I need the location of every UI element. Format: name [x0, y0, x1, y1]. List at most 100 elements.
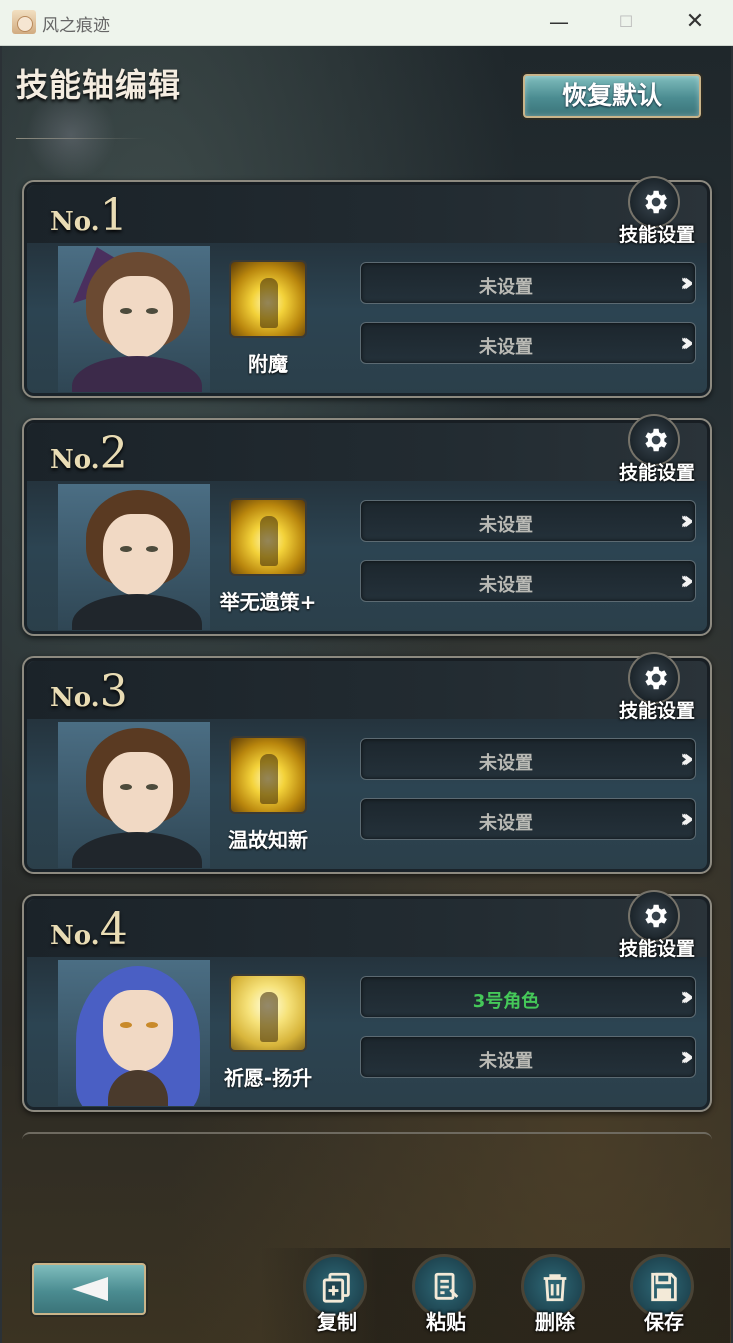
triple-chevron-icon: ››› — [679, 506, 694, 536]
slot-2-button[interactable]: 未设置 ››› — [360, 1036, 696, 1078]
gear-icon — [645, 666, 667, 690]
card-number-prefix: No. — [50, 921, 100, 951]
slot-1-button[interactable]: 3号角色 ››› — [360, 976, 696, 1018]
gear-icon — [645, 904, 667, 928]
gear-icon — [645, 190, 667, 214]
card-header — [27, 899, 707, 957]
portrait-face — [103, 990, 173, 1072]
portrait-eye — [120, 784, 132, 790]
skill-axis-card-2: No.2 技能设置 举无遗策+ 未设置 ››› 未设置 ››› — [22, 414, 712, 636]
card-number-value: 4 — [99, 904, 128, 955]
page-title: 技能轴编辑 — [16, 66, 182, 104]
skill-icon[interactable] — [229, 736, 307, 814]
slot-2-button[interactable]: 未设置 ››› — [360, 560, 696, 602]
skill-axis-card-1: No.1 技能设置 附魔 未设置 ››› 未设置 ››› — [22, 176, 712, 398]
portrait-body — [72, 356, 202, 392]
slot-status: 未设置 — [479, 575, 533, 596]
paste-icon — [434, 1272, 459, 1300]
slot-status: 3号角色 — [472, 991, 540, 1012]
portrait-eye — [146, 546, 158, 552]
triple-chevron-icon: ››› — [679, 1042, 694, 1072]
triple-chevron-icon: ››› — [679, 268, 694, 298]
portrait-eye — [120, 1022, 132, 1028]
character-portrait[interactable] — [58, 722, 210, 868]
skill-name: 祈愿-扬升 — [223, 1066, 313, 1090]
skill-axis-card-4: No.4 技能设置 祈愿-扬升 3号角色 ››› 未设置 ››› — [22, 890, 712, 1112]
card-number-value: 1 — [99, 190, 128, 241]
card-number-value: 3 — [99, 666, 128, 717]
slot-status: 未设置 — [479, 337, 533, 358]
skill-settings-label: 技能设置 — [618, 224, 695, 246]
character-portrait[interactable] — [58, 960, 210, 1106]
skill-axis-card-5-partial — [22, 1132, 712, 1140]
card-header — [27, 423, 707, 481]
window-title: 风之痕迹 — [42, 16, 110, 36]
portrait-face — [103, 752, 173, 834]
copy-label: 复制 — [317, 1310, 357, 1334]
card-number: No.2 — [50, 428, 128, 479]
portrait-eye — [120, 308, 132, 314]
skill-axis-card-3: No.3 技能设置 温故知新 未设置 ››› 未设置 ››› — [22, 652, 712, 874]
card-number: No.3 — [50, 666, 128, 717]
triple-chevron-icon: ››› — [679, 982, 694, 1012]
back-button[interactable] — [32, 1263, 146, 1315]
portrait-face — [103, 276, 173, 358]
slot-1-button[interactable]: 未设置 ››› — [360, 500, 696, 542]
slot-status: 未设置 — [479, 1051, 533, 1072]
card-header — [27, 185, 707, 243]
slot-1-button[interactable]: 未设置 ››› — [360, 262, 696, 304]
skill-icon[interactable] — [229, 974, 307, 1052]
copy-icon — [322, 1272, 350, 1303]
gear-icon — [645, 428, 667, 452]
skill-figure — [260, 754, 278, 804]
close-button[interactable]: ✕ — [672, 6, 718, 38]
card-number-value: 2 — [99, 428, 128, 479]
card-number-prefix: No. — [50, 683, 100, 713]
app-avatar-icon — [12, 10, 36, 34]
skill-icon[interactable] — [229, 498, 307, 576]
slot-1-button[interactable]: 未设置 ››› — [360, 738, 696, 780]
card-number: No.1 — [50, 190, 128, 241]
skill-name: 举无遗策+ — [219, 590, 317, 614]
character-portrait[interactable] — [58, 246, 210, 392]
trash-icon — [543, 1274, 567, 1302]
slot-status: 未设置 — [479, 753, 533, 774]
slot-status: 未设置 — [479, 515, 533, 536]
character-portrait[interactable] — [58, 484, 210, 630]
skill-name: 附魔 — [248, 352, 288, 376]
slot-status: 未设置 — [479, 277, 533, 298]
window-titlebar: 风之痕迹 — ☐ ✕ — [0, 0, 733, 46]
portrait-eye — [146, 308, 158, 314]
skill-settings-label: 技能设置 — [618, 462, 695, 484]
slot-2-button[interactable]: 未设置 ››› — [360, 322, 696, 364]
game-viewport: 技能轴编辑 恢复默认 No.1 技能设置 附魔 未设置 ››› 未设置 ››› — [2, 46, 731, 1343]
portrait-body — [72, 832, 202, 868]
skill-figure — [260, 516, 278, 566]
slot-2-button[interactable]: 未设置 ››› — [360, 798, 696, 840]
portrait-eye — [146, 1022, 158, 1028]
portrait-body — [72, 594, 202, 630]
skill-settings-label: 技能设置 — [618, 700, 695, 722]
portrait-face — [103, 514, 173, 596]
triple-chevron-icon: ››› — [679, 566, 694, 596]
minimize-button[interactable]: — — [536, 6, 582, 38]
slot-status: 未设置 — [479, 813, 533, 834]
skill-icon[interactable] — [229, 260, 307, 338]
triple-chevron-icon: ››› — [679, 744, 694, 774]
card-number-prefix: No. — [50, 207, 100, 237]
reset-default-button[interactable]: 恢复默认 — [523, 74, 701, 118]
portrait-eye — [146, 784, 158, 790]
triple-chevron-icon: ››› — [679, 328, 694, 358]
skill-settings-label: 技能设置 — [618, 938, 695, 960]
back-arrow-icon — [72, 1277, 108, 1301]
card-number: No.4 — [50, 904, 128, 955]
skill-name: 温故知新 — [228, 828, 308, 852]
delete-label: 删除 — [535, 1310, 575, 1334]
maximize-button[interactable]: ☐ — [603, 6, 649, 38]
skill-figure — [260, 278, 278, 328]
skill-figure — [260, 992, 278, 1042]
triple-chevron-icon: ››› — [679, 804, 694, 834]
title-divider — [16, 138, 146, 139]
paste-label: 粘贴 — [426, 1310, 466, 1334]
save-label: 保存 — [644, 1310, 684, 1334]
